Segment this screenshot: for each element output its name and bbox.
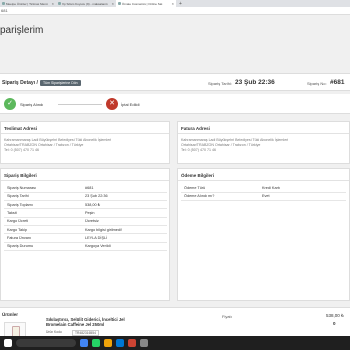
- row-key: Sipariş Tarihi: [4, 192, 82, 202]
- tab-close-icon[interactable]: ✕: [51, 2, 54, 6]
- order-info-table: Sipariş Numarası #681 Sipariş Tarihi 23 Şu…: [4, 184, 167, 251]
- status-received-label: Sipariş Alındı: [20, 102, 44, 107]
- invoice-address-line: Tel: 0 (507) 470 71 46: [181, 148, 216, 152]
- row-value: #681: [82, 184, 167, 193]
- table-row: Ödeme Türü Kredi Kartı: [181, 184, 346, 193]
- payment-info-card: Ödeme Bilgileri Ödeme Türü Kredi Kartı Öd…: [177, 168, 350, 301]
- address-bar[interactable]: 681: [0, 7, 350, 15]
- back-to-orders-button[interactable]: Tüm Siparişlerine Dön: [40, 80, 81, 86]
- order-date-label: Sipariş Tarihi:: [208, 81, 232, 86]
- table-row: Sipariş Durumu Kargoya Verildi: [4, 242, 167, 251]
- row-key: Kargo Takip: [4, 225, 82, 235]
- payment-info-table: Ödeme Türü Kredi Kartı Ödeme Alındı mı? Ev…: [181, 184, 346, 202]
- whatsapp-icon[interactable]: [92, 339, 100, 347]
- delivery-address-card: Teslimat Adresi Kahramanmaraş Ladi Büyük…: [0, 121, 170, 164]
- product-price: 538,00 ₺: [326, 313, 344, 318]
- order-detail-header: Sipariş Detayı / Tüm Siparişlerine Dön S…: [0, 73, 350, 91]
- page-content: parişlerim Sipariş Detayı / Tüm Siparişl…: [0, 15, 350, 336]
- row-value: Kargo bilgisi girilmedi!: [82, 225, 167, 235]
- products-title: Ürünler: [2, 312, 19, 317]
- tab-label: Meetpe Ürünler | Ticimax Menü: [6, 1, 48, 6]
- row-key: Sipariş Durumu: [4, 242, 82, 251]
- tab-favicon-icon: [118, 2, 121, 5]
- app-icon[interactable]: [140, 339, 148, 347]
- row-key: Fatura Ünvanı: [4, 233, 82, 243]
- os-taskbar: [0, 336, 350, 350]
- row-value: Ücretsiz: [82, 217, 167, 227]
- cancel-icon: ✕: [106, 98, 118, 110]
- product-jar-icon: [12, 326, 20, 336]
- table-row: Ödeme Alındı mı? Evet: [181, 192, 346, 202]
- row-value: 23 Şub 22:36: [82, 192, 167, 202]
- order-date: 23 Şub 22:36: [235, 79, 275, 86]
- order-no: #681: [330, 79, 345, 86]
- product-image[interactable]: [4, 322, 26, 336]
- row-key: Ödeme Türü: [181, 184, 259, 193]
- invoice-address-card: Fatura Adresi Kahramanmaraş Ladi Büyükşe…: [177, 121, 350, 164]
- order-detail-title: Sipariş Detayı /: [2, 80, 38, 86]
- tab-label: Xp Sıfam Kuyucu (9) - maksalaıntı: [62, 1, 108, 6]
- row-key: Taksit: [4, 208, 82, 218]
- row-key: Sipariş Numarası: [4, 184, 82, 193]
- browser-tab-1[interactable]: Meetpe Ürünler | Ticimax Menü ✕: [0, 0, 56, 7]
- row-key: Sipariş Toplamı: [4, 200, 82, 210]
- order-status-value: Kargoya Verildi: [82, 242, 167, 251]
- row-value: 538,00 ₺: [82, 200, 167, 210]
- order-info-title: Sipariş Bilgileri: [1, 169, 169, 181]
- table-row: Fatura Ünvanı LEYLA DİŞLİ: [4, 233, 167, 243]
- invoice-address-title: Fatura Adresi: [178, 122, 349, 134]
- address-text: 681: [1, 8, 8, 13]
- row-value: LEYLA DİŞLİ: [82, 233, 167, 243]
- row-value: Kredi Kartı: [259, 184, 346, 193]
- page-title: parişlerim: [0, 25, 44, 36]
- table-row: Kargo Ücreti Ücretsiz: [4, 217, 167, 227]
- product-price-label: Fiyatı: [222, 314, 232, 319]
- table-row: Sipariş Tarihi 23 Şub 22:36: [4, 192, 167, 202]
- table-row: Kargo Takip Kargo bilgisi girilmedi!: [4, 225, 167, 235]
- edge-icon[interactable]: [116, 339, 124, 347]
- product-name-line: Bromelain Caffeine Jel 250ml: [46, 322, 105, 327]
- delivery-address-title: Teslimat Adresi: [1, 122, 169, 134]
- order-status-tracker: ✓ Sipariş Alındı ✕ İptal Edildi: [0, 94, 350, 114]
- order-info-card: Sipariş Bilgileri Sipariş Numarası #681 S…: [0, 168, 170, 301]
- product-discount: 0: [333, 321, 336, 326]
- row-key: Ödeme Alındı mı?: [181, 192, 259, 202]
- status-divider: [58, 104, 102, 105]
- payment-info-title: Ödeme Bilgileri: [178, 169, 349, 181]
- tab-label: Ömate Cosmetics | Online Sat: [122, 1, 163, 6]
- taskbar-search[interactable]: [16, 339, 76, 347]
- table-row: Sipariş Numarası #681: [4, 184, 167, 193]
- product-name[interactable]: Sıkılaştırıcı, Selülit Giderici, İncelti…: [46, 317, 166, 327]
- order-no-label: Sipariş No:: [307, 81, 327, 86]
- folder-icon[interactable]: [104, 339, 112, 347]
- tab-close-icon[interactable]: ✕: [111, 2, 114, 6]
- tab-favicon-icon: [58, 2, 61, 5]
- tab-favicon-icon: [2, 2, 5, 5]
- new-tab-button[interactable]: +: [176, 1, 185, 7]
- table-row: Sipariş Toplamı 538,00 ₺: [4, 200, 167, 210]
- status-cancelled-label: İptal Edildi: [121, 102, 140, 107]
- products-section: Ürünler Sıkılaştırıcı, Selülit Giderici,…: [0, 307, 350, 336]
- delivery-address-text: Kahramanmaraş Ladi Büyükşehri Belediyesi…: [1, 134, 169, 157]
- delivery-address-line: Tel: 0 (507) 470 71 46: [4, 148, 39, 152]
- app-icon[interactable]: [128, 339, 136, 347]
- table-row: Taksit Peşin: [4, 208, 167, 218]
- payment-received-value: Evet: [259, 192, 346, 202]
- start-icon[interactable]: [4, 339, 12, 347]
- browser-tab-3[interactable]: Ömate Cosmetics | Online Sat ✕: [116, 0, 176, 7]
- invoice-address-text: Kahramanmaraş Ladi Büyükşehri Belediyesi…: [178, 134, 349, 157]
- check-icon: ✓: [4, 98, 16, 110]
- browser-tab-2[interactable]: Xp Sıfam Kuyucu (9) - maksalaıntı ✕: [56, 0, 116, 7]
- product-code-label: Ürün Kodu: [46, 330, 62, 334]
- row-key: Kargo Ücreti: [4, 217, 82, 227]
- tab-close-icon[interactable]: ✕: [171, 2, 174, 6]
- chrome-icon[interactable]: [80, 339, 88, 347]
- browser-tabbar: Meetpe Ürünler | Ticimax Menü ✕ Xp Sıfam…: [0, 0, 350, 7]
- row-value: Peşin: [82, 208, 167, 218]
